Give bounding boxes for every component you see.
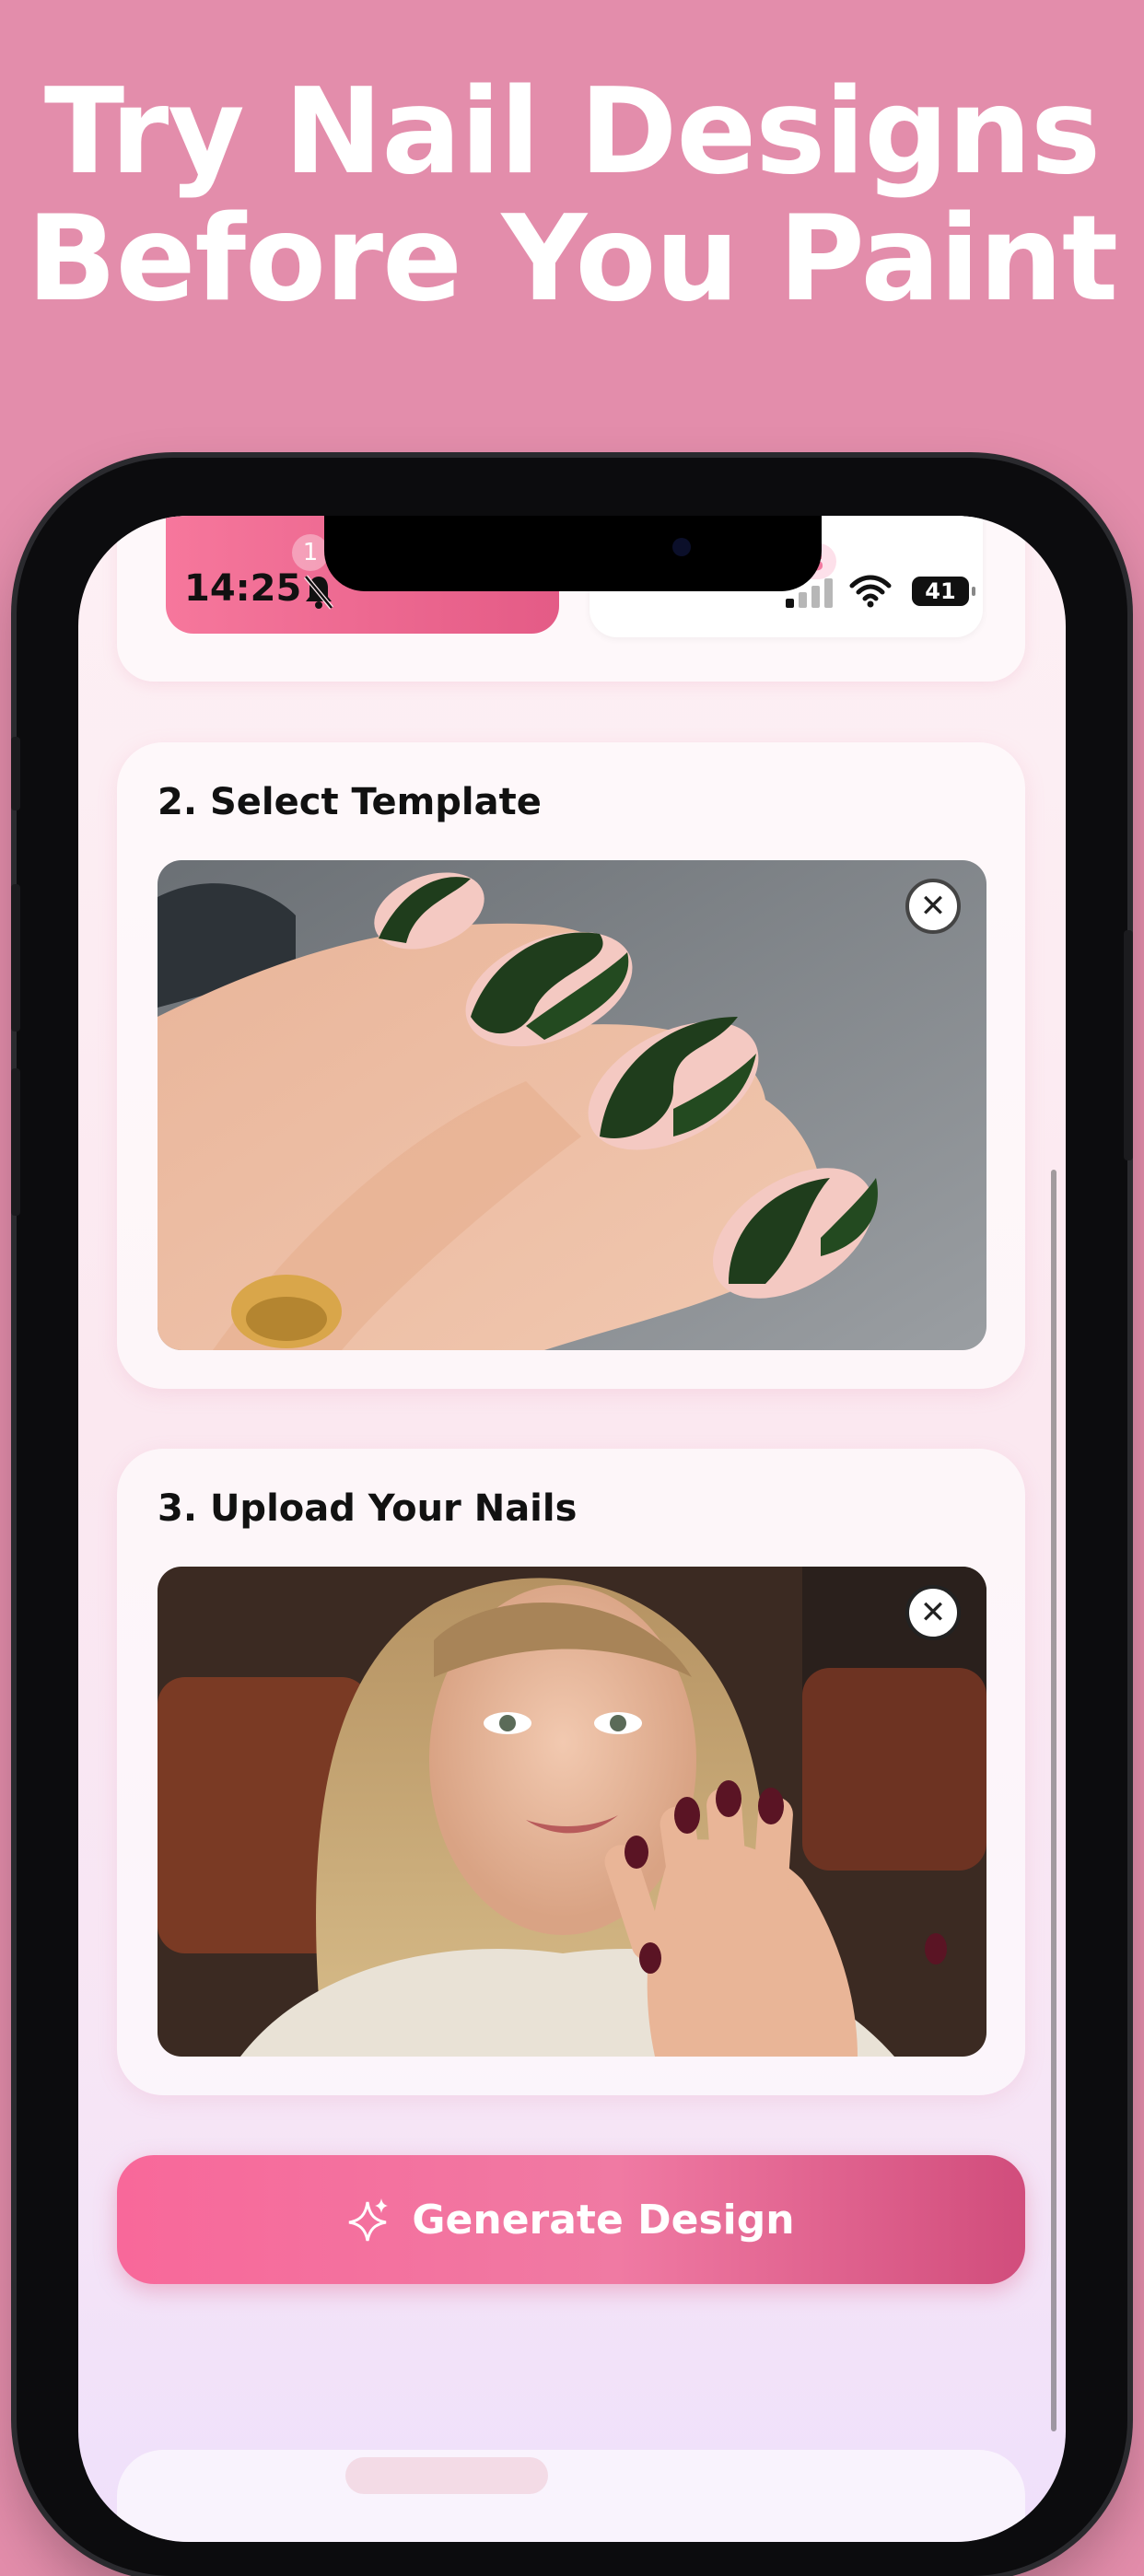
phone-power-button (1124, 930, 1133, 1160)
bell-slash-icon (304, 575, 333, 610)
status-time: 14:25 (184, 567, 302, 610)
generate-design-button[interactable]: Generate Design (117, 2155, 1025, 2284)
phone-notch (324, 516, 822, 591)
next-card-peek (117, 2450, 1025, 2542)
remove-template-button[interactable]: ✕ (905, 879, 961, 934)
signal-icon (786, 578, 833, 608)
scrollbar[interactable] (1051, 1170, 1056, 2431)
upload-card-title: 3. Upload Your Nails (158, 1487, 578, 1530)
headline: Try Nail Designs Before You Paint (0, 69, 1144, 323)
close-icon: ✕ (919, 1594, 947, 1631)
remove-photo-button[interactable]: ✕ (905, 1585, 961, 1640)
nail-template-image[interactable]: ✕ (158, 860, 986, 1350)
battery-icon: 41 (912, 577, 975, 606)
user-nails-image[interactable]: ✕ (158, 1567, 986, 2057)
generate-design-label: Generate Design (412, 2196, 795, 2244)
template-card: 2. Select Template ✕ (117, 742, 1025, 1389)
wifi-icon (849, 575, 892, 608)
camera-icon (672, 538, 691, 556)
upload-card: 3. Upload Your Nails ✕ (117, 1449, 1025, 2095)
close-icon: ✕ (919, 888, 947, 925)
app-screen: 1 ıts 2. Select Template (78, 516, 1066, 2542)
sparkles-icon (349, 2198, 389, 2242)
headline-line-1: Try Nail Designs (43, 64, 1101, 201)
phone-mute-switch (11, 737, 20, 810)
template-card-title: 2. Select Template (158, 781, 542, 823)
headline-line-2: Before You Paint (27, 191, 1118, 328)
next-card-pill (345, 2457, 548, 2494)
segment-badge: 1 (292, 534, 329, 571)
phone-volume-up (11, 884, 20, 1032)
phone-volume-down (11, 1068, 20, 1216)
